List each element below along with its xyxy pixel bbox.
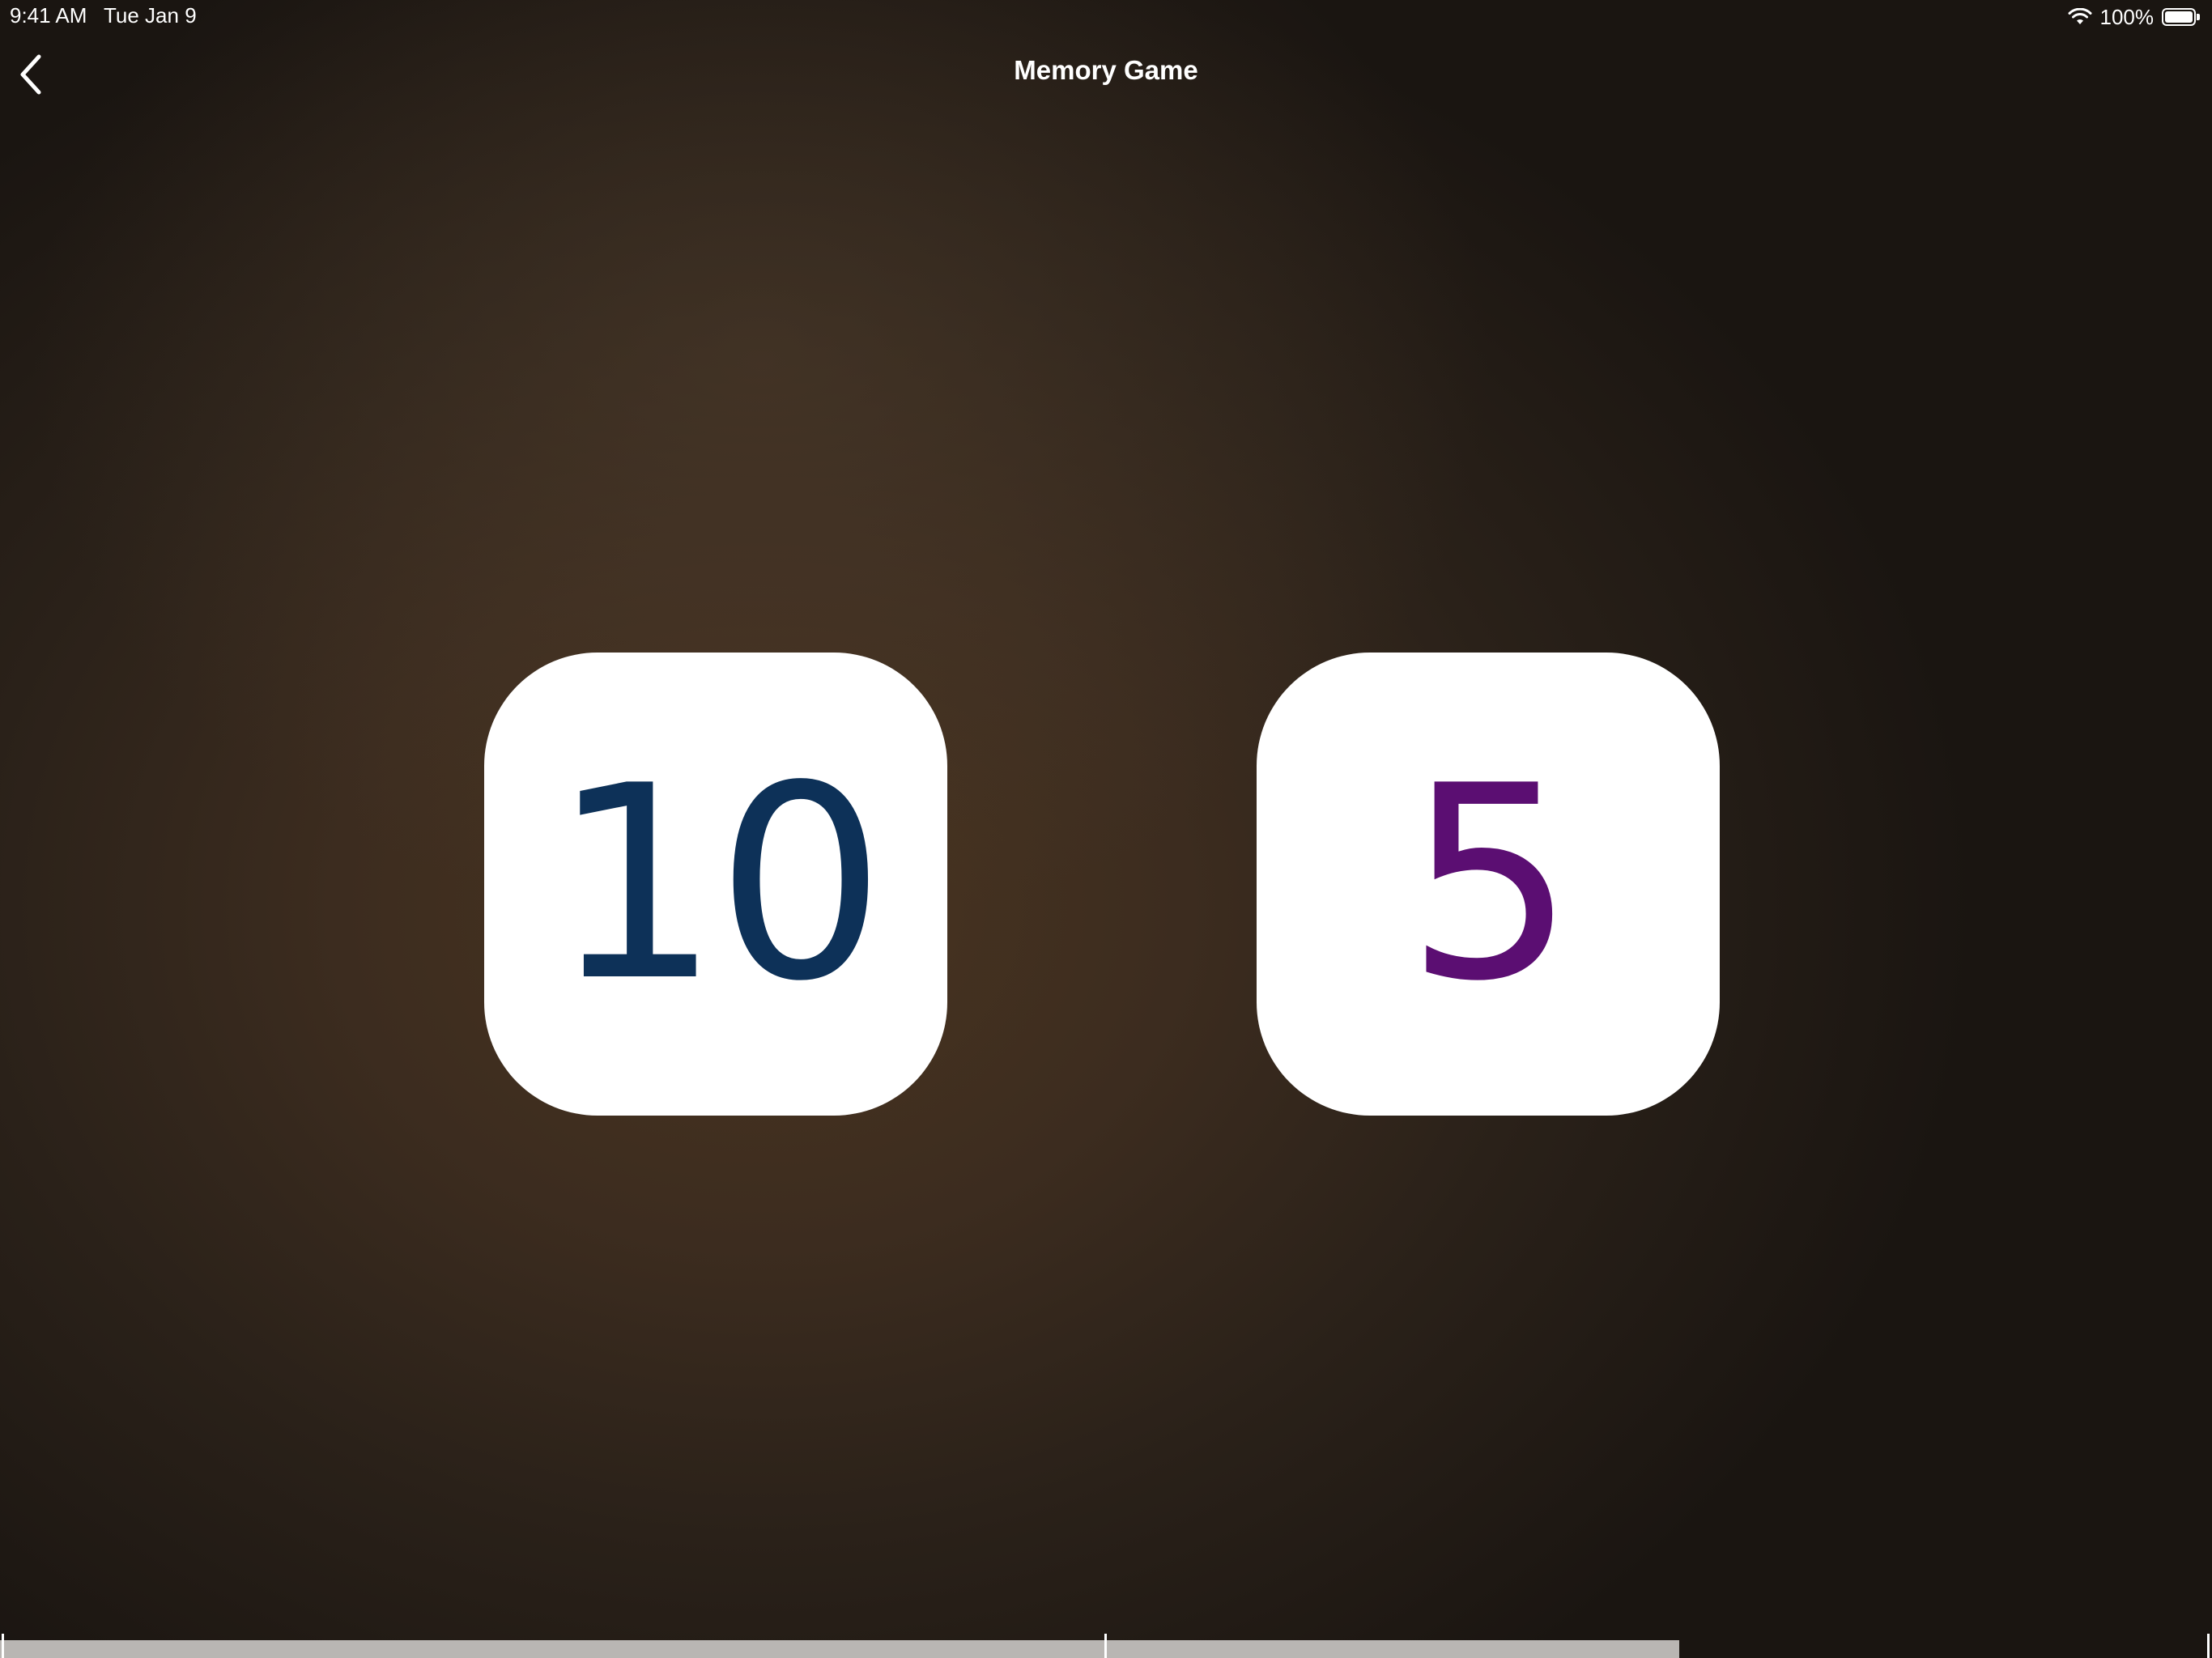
card-value: 5: [1406, 729, 1576, 1039]
navigation-bar: Memory Game: [0, 36, 2212, 112]
progress-tick-end: [2207, 1634, 2210, 1658]
progress-tick-middle: [1104, 1634, 1107, 1658]
battery-icon: [2162, 8, 2201, 26]
wifi-icon: [2068, 8, 2091, 24]
battery-percentage: 100%: [2099, 4, 2155, 29]
card-value: 10: [551, 729, 886, 1039]
memory-card-2[interactable]: 5: [1257, 653, 1720, 1116]
status-indicators: 100%: [2068, 5, 2201, 29]
status-bar: 9:41 AM Tue Jan 9 100%: [0, 0, 2212, 36]
status-time: 9:41 AM: [10, 3, 87, 28]
status-date: Tue Jan 9: [104, 3, 197, 28]
background-glow: [0, 0, 2212, 1658]
progress-track: [0, 1640, 1679, 1658]
progress-tick-start: [2, 1634, 4, 1658]
page-title: Memory Game: [1014, 55, 1198, 85]
memory-card-1[interactable]: 10: [484, 653, 947, 1116]
